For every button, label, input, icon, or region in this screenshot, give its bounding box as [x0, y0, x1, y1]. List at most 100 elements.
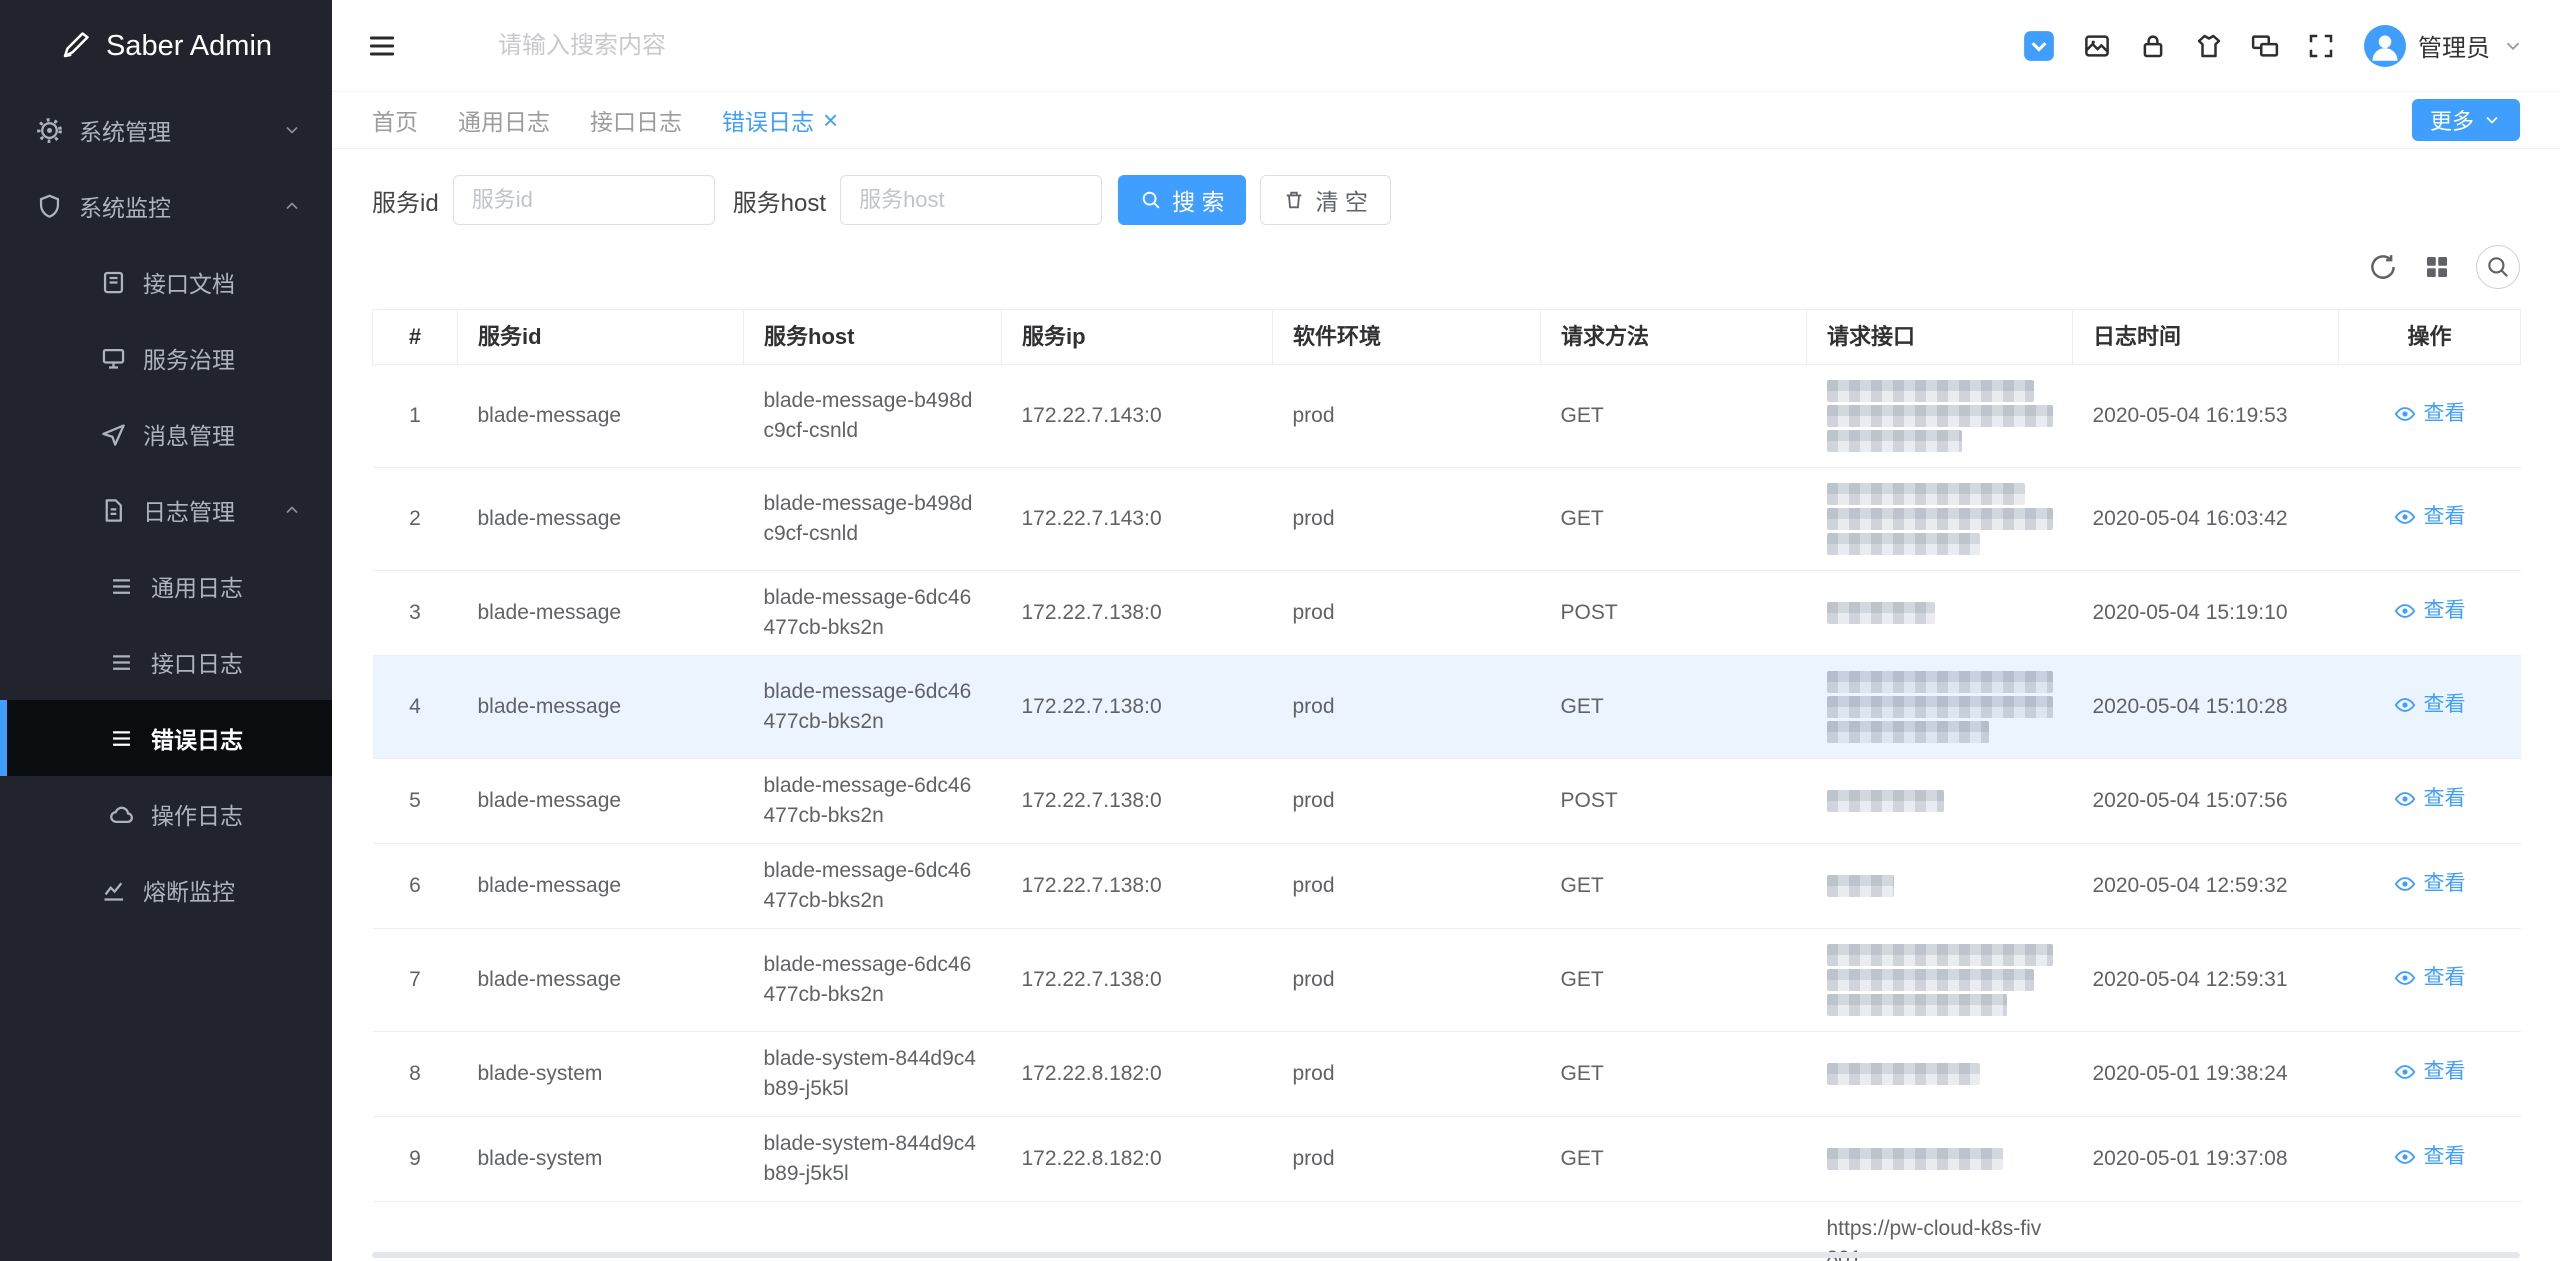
cell-env: prod: [1273, 365, 1541, 468]
table-header-row: #服务id服务host服务ip软件环境请求方法请求接口日志时间操作: [373, 310, 2521, 365]
search-button[interactable]: 搜 索: [1118, 175, 1246, 225]
sidebar-menu: 系统管理系统监控接口文档服务治理消息管理日志管理通用日志接口日志错误日志操作日志…: [0, 92, 332, 1261]
row-index: 7: [373, 929, 458, 1032]
cell-service-ip: 172.22.7.138:0: [1002, 656, 1273, 759]
menu-collapse-button[interactable]: [366, 30, 398, 62]
sidebar-item-label: 熔断监控: [143, 873, 235, 907]
column-header: 操作: [2339, 310, 2521, 365]
cell-service-host: blade-message-6dc46477cb-bks2n: [744, 656, 1002, 759]
view-button[interactable]: 查看: [2394, 399, 2466, 429]
redacted-request-api: [1827, 969, 2035, 991]
cell-env: prod: [1273, 844, 1541, 929]
service-icon: [100, 345, 127, 372]
table-row[interactable]: 9blade-systemblade-system-844d9c4b89-j5k…: [373, 1117, 2521, 1202]
sidebar-item-general-log[interactable]: 通用日志: [0, 548, 332, 624]
view-button[interactable]: 查看: [2394, 1142, 2466, 1172]
column-header: 服务host: [744, 310, 1002, 365]
refresh-button[interactable]: [2368, 252, 2398, 282]
sidebar-item-label: 错误日志: [151, 721, 243, 755]
tab-bar: 首页 通用日志 接口日志 错误日志 × 更多: [332, 92, 2560, 149]
sidebar-item-message-management[interactable]: 消息管理: [0, 396, 332, 472]
table-row[interactable]: 2blade-messageblade-message-b498dc9cf-cs…: [373, 468, 2521, 571]
redacted-request-api: [1827, 602, 1935, 624]
redacted-request-api: [1827, 1148, 2003, 1170]
cell-method: GET: [1541, 656, 1807, 759]
horizontal-scrollbar[interactable]: [372, 1252, 2520, 1258]
view-button[interactable]: 查看: [2394, 963, 2466, 993]
table-row[interactable]: 6blade-messageblade-message-6dc46477cb-b…: [373, 844, 2521, 929]
cell-service-ip: 172.22.7.143:0: [1002, 365, 1273, 468]
eye-icon: [2394, 1146, 2416, 1168]
tab-home[interactable]: 首页: [372, 103, 418, 137]
logo-text: Saber Admin: [106, 30, 272, 63]
sidebar-item-log-management[interactable]: 日志管理: [0, 472, 332, 548]
global-search-input[interactable]: [498, 32, 918, 60]
sidebar-item-label: 操作日志: [151, 797, 243, 831]
column-settings-button[interactable]: [2422, 252, 2452, 282]
view-button[interactable]: 查看: [2394, 784, 2466, 814]
user-menu[interactable]: 管理员: [2364, 25, 2524, 67]
table-row[interactable]: 7blade-messageblade-message-6dc46477cb-b…: [373, 929, 2521, 1032]
service-host-input[interactable]: [840, 175, 1102, 225]
clear-button[interactable]: 清 空: [1260, 175, 1390, 225]
tab-error-log[interactable]: 错误日志 ×: [722, 103, 838, 137]
view-button[interactable]: 查看: [2394, 690, 2466, 720]
table-row[interactable]: 5blade-messageblade-message-6dc46477cb-b…: [373, 759, 2521, 844]
tab-label: 错误日志: [722, 103, 814, 137]
version-toggle-icon[interactable]: [2022, 29, 2056, 63]
table-row[interactable]: 3blade-messageblade-message-6dc46477cb-b…: [373, 571, 2521, 656]
cell-actions: 查看: [2339, 1117, 2521, 1202]
sidebar-item-label: 系统监控: [79, 189, 171, 223]
sidebar-item-system-management[interactable]: 系统管理: [0, 92, 332, 168]
sidebar-item-label: 接口文档: [143, 265, 235, 299]
column-header: 服务id: [458, 310, 744, 365]
redacted-request-api: [1827, 696, 2053, 718]
cell-request-api: [1807, 656, 2073, 759]
table-row[interactable]: 8blade-systemblade-system-844d9c4b89-j5k…: [373, 1032, 2521, 1117]
topbar: 管理员: [332, 0, 2560, 92]
screenshot-icon[interactable]: [2082, 31, 2112, 61]
lock-icon[interactable]: [2138, 31, 2168, 61]
redacted-request-api: [1827, 944, 2053, 966]
row-index: 2: [373, 468, 458, 571]
cell-env: prod: [1273, 1117, 1541, 1202]
redacted-request-api: [1827, 430, 1963, 452]
sidebar-item-circuit-breaker-monitor[interactable]: 熔断监控: [0, 852, 332, 928]
sidebar-item-label: 日志管理: [143, 493, 235, 527]
view-button-label: 查看: [2424, 399, 2466, 429]
theme-icon[interactable]: [2194, 31, 2224, 61]
cell-env: prod: [1273, 571, 1541, 656]
sidebar-item-operation-log[interactable]: 操作日志: [0, 776, 332, 852]
row-index: 9: [373, 1117, 458, 1202]
service-id-input[interactable]: [453, 175, 715, 225]
sidebar-item-api-docs[interactable]: 接口文档: [0, 244, 332, 320]
cell-request-api: [1807, 844, 2073, 929]
tab-api-log[interactable]: 接口日志: [590, 103, 682, 137]
more-button[interactable]: 更多: [2412, 99, 2520, 141]
table-row[interactable]: 1blade-messageblade-message-b498dc9cf-cs…: [373, 365, 2521, 468]
sidebar-item-api-log[interactable]: 接口日志: [0, 624, 332, 700]
cell-actions: 查看: [2339, 468, 2521, 571]
cell-service-ip: 172.22.7.138:0: [1002, 929, 1273, 1032]
tab-close-icon[interactable]: ×: [823, 107, 838, 133]
view-button-label: 查看: [2424, 963, 2466, 993]
gear-icon: [36, 117, 63, 144]
error-log-table: #服务id服务host服务ip软件环境请求方法请求接口日志时间操作 1blade…: [372, 309, 2521, 1261]
sidebar-item-system-monitor[interactable]: 系统监控: [0, 168, 332, 244]
table-row[interactable]: 4blade-messageblade-message-6dc46477cb-b…: [373, 656, 2521, 759]
view-button[interactable]: 查看: [2394, 869, 2466, 899]
tab-general-log[interactable]: 通用日志: [458, 103, 550, 137]
search-toggle-button[interactable]: [2476, 245, 2520, 289]
sidebar-item-service-governance[interactable]: 服务治理: [0, 320, 332, 396]
fullscreen-icon[interactable]: [2306, 31, 2336, 61]
multi-screen-icon[interactable]: [2250, 31, 2280, 61]
cloud-icon: [108, 801, 135, 828]
more-button-label: 更多: [2430, 104, 2474, 136]
user-name: 管理员: [2418, 28, 2490, 63]
view-button[interactable]: 查看: [2394, 502, 2466, 532]
view-button[interactable]: 查看: [2394, 1057, 2466, 1087]
view-button[interactable]: 查看: [2394, 596, 2466, 626]
cell-service-ip: 172.22.8.182:0: [1002, 1117, 1273, 1202]
cell-request-api: [1807, 759, 2073, 844]
sidebar-item-error-log[interactable]: 错误日志: [0, 700, 332, 776]
